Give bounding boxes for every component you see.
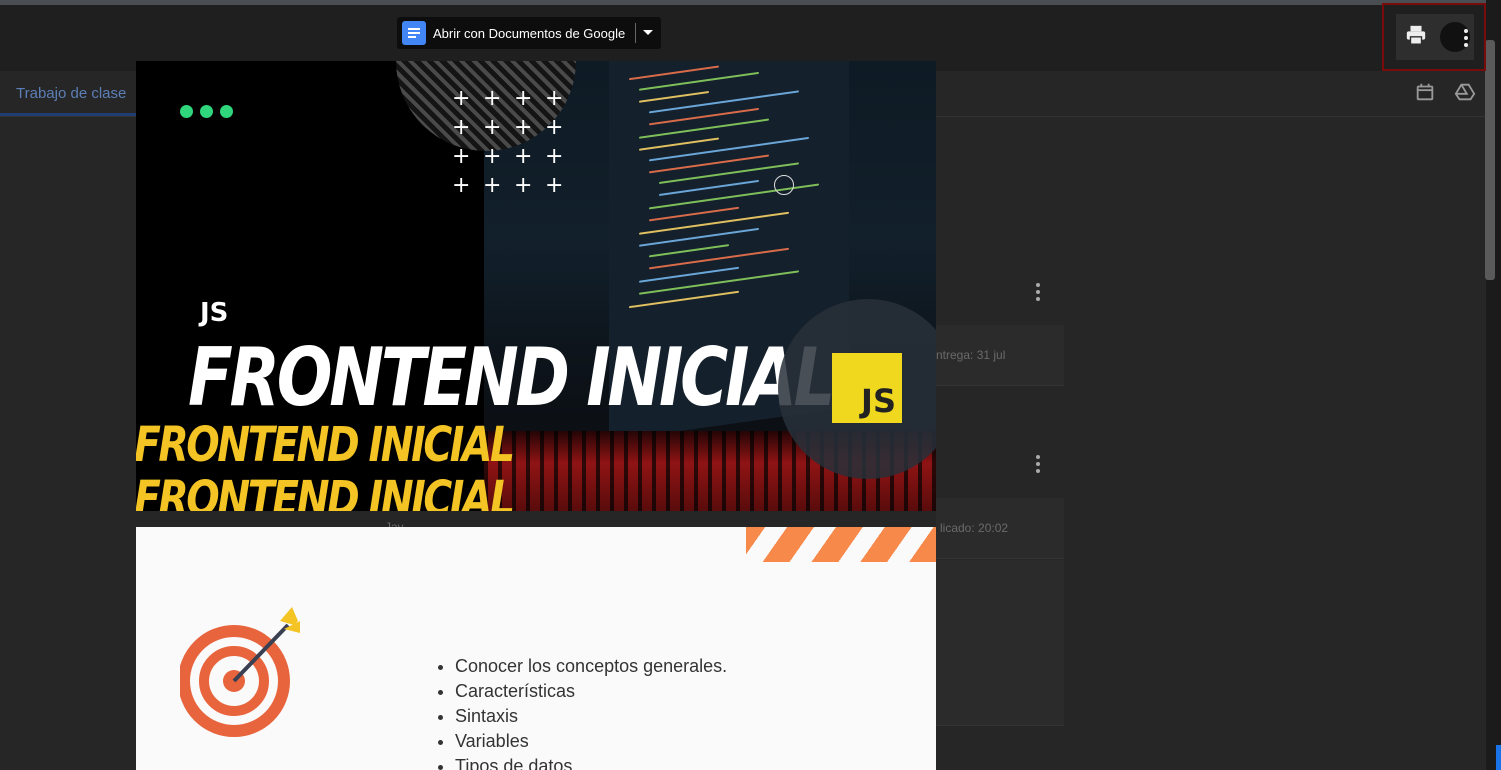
more-vert-icon[interactable]: [1464, 29, 1468, 47]
list-item: Sintaxis: [455, 704, 727, 729]
drive-icon[interactable]: [1454, 81, 1476, 103]
list-item: Características: [455, 679, 727, 704]
repeat-title-1: FRONTEND INICIAL: [136, 417, 515, 473]
objectives-list: Conocer los conceptos generales. Caracte…: [438, 654, 727, 770]
viewer-actions: [1382, 3, 1486, 71]
comment-area: [936, 560, 1064, 726]
slide-objectives: Conocer los conceptos generales. Caracte…: [136, 527, 936, 770]
target-icon: [180, 607, 300, 737]
list-item: Conocer los conceptos generales.: [455, 654, 727, 679]
due-date-text: ntrega: 31 jul: [936, 348, 1006, 362]
calendar-icon[interactable]: [1414, 81, 1436, 103]
more-vert-icon[interactable]: [1036, 283, 1040, 304]
button-divider: [635, 23, 636, 43]
dropdown-caret-icon[interactable]: [643, 30, 653, 35]
tab-classwork[interactable]: Trabajo de clase: [0, 71, 143, 116]
stripe-decoration: [746, 527, 936, 562]
slide-title: FRONTEND INICIAL: [188, 331, 835, 424]
print-icon[interactable]: [1405, 24, 1427, 46]
plus-grid-decoration: + + + + + + + + + + + + + + + +: [452, 86, 564, 198]
docs-icon: [402, 21, 426, 45]
slide-cover: + + + + + + + + + + + + + + + + JS FRONTEND INICIAL …: [136, 61, 936, 511]
scrollbar-thumb[interactable]: [1485, 40, 1495, 280]
mouse-cursor: [774, 175, 794, 195]
list-item: Tipos de datos: [455, 754, 727, 770]
posted-time-text: licado: 20:02: [940, 521, 1009, 535]
open-with-docs-button[interactable]: Abrir con Documentos de Google: [397, 17, 661, 49]
window-dots: [180, 105, 233, 118]
js-logo: JS: [832, 353, 902, 423]
more-vert-icon[interactable]: [1036, 455, 1040, 476]
js-label: JS: [200, 298, 229, 328]
open-with-label: Abrir con Documentos de Google: [433, 25, 626, 41]
list-item: Variables: [455, 729, 727, 754]
repeat-title-2: FRONTEND INICIAL: [136, 471, 515, 511]
blue-accent-edge: [1496, 745, 1501, 770]
